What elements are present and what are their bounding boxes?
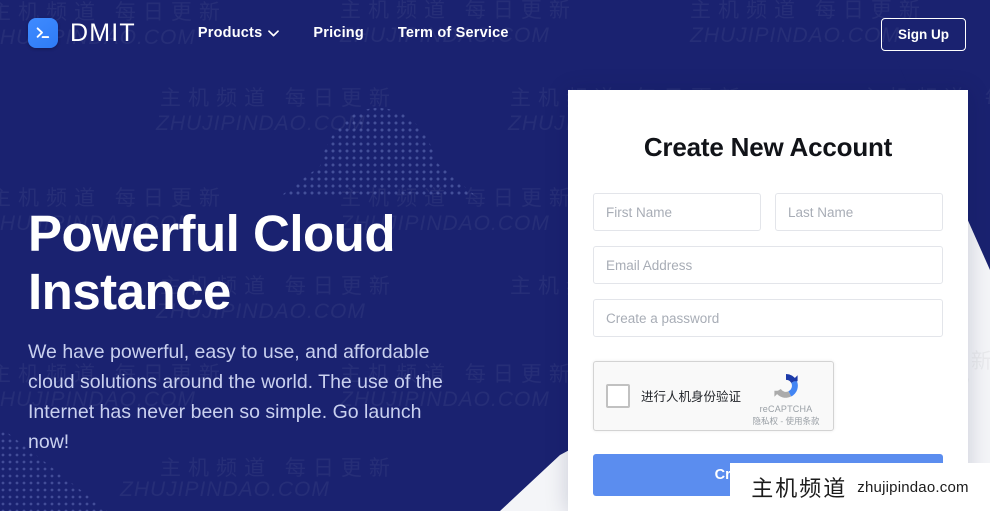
landing-page: 主机频道 每日更新 ZHUJIPINDAO.COM 主机频道 每日更新 ZHUJ… — [0, 0, 990, 511]
chevron-down-icon — [268, 29, 280, 36]
first-name-input[interactable] — [593, 193, 761, 231]
signup-card: Create New Account 进行人机身份验证 — [568, 90, 968, 511]
nav-item-term-of-service-label: Term of Service — [397, 25, 509, 41]
hero-subtitle: We have powerful, easy to use, and affor… — [28, 341, 443, 453]
recaptcha-widget[interactable]: 进行人机身份验证 reCAPTCHA 隐私权 - 使用条款 — [593, 361, 834, 431]
dotted-cloud-icon — [278, 108, 478, 198]
nav-item-pricing[interactable]: Pricing — [313, 25, 364, 41]
signup-card-title: Create New Account — [643, 132, 893, 162]
signup-button[interactable]: Sign Up — [881, 18, 966, 51]
recaptcha-icon — [774, 374, 798, 398]
recaptcha-checkbox[interactable] — [606, 384, 630, 408]
brand-logo[interactable]: DMIT — [28, 18, 136, 48]
hero-copy: Powerful Cloud Instance We have powerful… — [28, 205, 458, 457]
last-name-input[interactable] — [775, 193, 943, 231]
watermark-badge-cn: 主机频道 — [751, 476, 848, 501]
watermark-badge: 主机频道 zhujipindao.com — [730, 463, 990, 511]
name-row — [593, 193, 943, 231]
password-input[interactable] — [593, 299, 943, 337]
nav-links: Products Pricing Term of Service — [198, 25, 509, 41]
navbar: DMIT Products Pricing Term of Service Si… — [0, 0, 990, 66]
recaptcha-branding: reCAPTCHA 隐私权 - 使用条款 — [748, 370, 824, 427]
nav-item-pricing-label: Pricing — [313, 25, 364, 41]
recaptcha-brand-name: reCAPTCHA — [759, 404, 813, 414]
watermark-badge-en: zhujipindao.com — [857, 478, 969, 496]
nav-item-products-label: Products — [197, 25, 263, 41]
email-input[interactable] — [593, 246, 943, 284]
signup-form: 进行人机身份验证 reCAPTCHA 隐私权 - 使用条款 — [593, 193, 943, 431]
nav-item-products[interactable]: Products — [197, 25, 280, 41]
hero-title-line1: Powerful Cloud — [28, 205, 395, 262]
nav-item-term-of-service[interactable]: Term of Service — [398, 25, 509, 41]
recaptcha-terms[interactable]: 隐私权 - 使用条款 — [748, 415, 824, 427]
hero-title-line2: Instance — [28, 263, 231, 320]
recaptcha-label: 进行人机身份验证 — [641, 390, 742, 404]
terminal-prompt-icon — [28, 18, 58, 48]
page-title: Powerful Cloud Instance — [28, 205, 458, 321]
brand-name: DMIT — [70, 18, 136, 47]
